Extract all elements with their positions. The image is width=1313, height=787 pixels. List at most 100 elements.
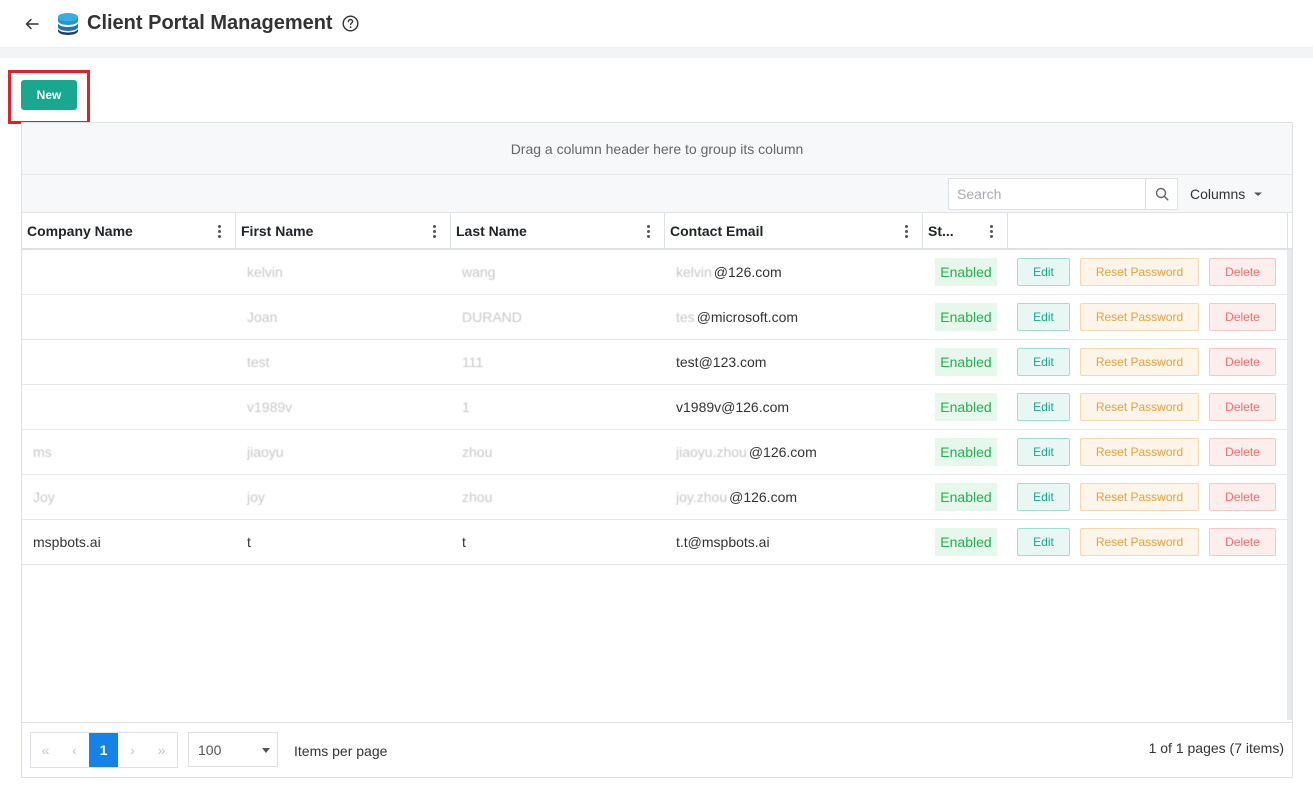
cell-contact-email: tes @microsoft.com bbox=[665, 309, 923, 325]
reset-password-button[interactable]: Reset Password bbox=[1080, 483, 1199, 511]
cell-actions: Edit Reset Password Delete bbox=[1008, 258, 1276, 286]
caret-down-icon bbox=[262, 748, 270, 753]
prev-page-icon[interactable]: ‹ bbox=[60, 733, 89, 767]
col-header-status[interactable]: St... bbox=[923, 213, 1008, 248]
cell-company: Joy bbox=[33, 489, 55, 505]
edit-button[interactable]: Edit bbox=[1017, 483, 1070, 511]
delete-button[interactable]: Delete bbox=[1209, 303, 1276, 331]
group-panel: Drag a column header here to group its c… bbox=[22, 123, 1292, 175]
columns-label: Columns bbox=[1190, 186, 1246, 202]
last-page-icon[interactable]: » bbox=[147, 733, 176, 767]
edit-button[interactable]: Edit bbox=[1017, 393, 1070, 421]
page-1-button[interactable]: 1 bbox=[89, 733, 118, 767]
cell-contact-email: joy.zhou @126.com bbox=[665, 489, 923, 505]
cell-status: Enabled bbox=[923, 348, 1008, 376]
search-box bbox=[948, 178, 1178, 210]
status-badge: Enabled bbox=[935, 303, 997, 331]
cell-contact-email: jiaoyu.zhou @126.com bbox=[665, 444, 923, 460]
delete-button[interactable]: Delete bbox=[1209, 258, 1276, 286]
edit-button[interactable]: Edit bbox=[1017, 348, 1070, 376]
reset-password-button[interactable]: Reset Password bbox=[1080, 348, 1199, 376]
cell-company: mspbots.ai bbox=[33, 534, 101, 550]
status-badge: Enabled bbox=[935, 483, 997, 511]
table-row[interactable]: test 111 test@123.com Enabled Edit Reset Pass… bbox=[22, 340, 1292, 385]
delete-button[interactable]: Delete bbox=[1209, 528, 1276, 556]
email-visible-part: v1989v@126.com bbox=[676, 399, 790, 415]
cell-actions: Edit Reset Password Delete bbox=[1008, 393, 1276, 421]
cell-first-name: t bbox=[247, 534, 251, 550]
cell-last-name: zhou bbox=[462, 444, 493, 460]
edit-button[interactable]: Edit bbox=[1017, 303, 1070, 331]
table-row[interactable]: ms jiaoyu zhou jiaoyu.zhou @126.com Enabled Ed… bbox=[22, 430, 1292, 475]
search-icon[interactable] bbox=[1145, 179, 1177, 209]
table-header: Company Name First Name Last Name Contac… bbox=[22, 213, 1292, 250]
delete-button[interactable]: Delete bbox=[1209, 438, 1276, 466]
delete-button[interactable]: Delete bbox=[1209, 483, 1276, 511]
cell-status: Enabled bbox=[923, 438, 1008, 466]
delete-button[interactable]: Delete bbox=[1209, 348, 1276, 376]
client-grid: Drag a column header here to group its c… bbox=[21, 122, 1293, 778]
cell-contact-email: kelvin @126.com bbox=[665, 264, 923, 280]
email-visible-part: @126.com bbox=[713, 264, 782, 280]
delete-button[interactable]: Delete bbox=[1209, 393, 1276, 421]
email-visible-part: t.t@mspbots.ai bbox=[676, 534, 770, 550]
cell-actions: Edit Reset Password Delete bbox=[1008, 438, 1276, 466]
status-badge: Enabled bbox=[935, 528, 997, 556]
columns-chooser-button[interactable]: Columns bbox=[1190, 175, 1263, 213]
cell-status: Enabled bbox=[923, 483, 1008, 511]
page-title: Client Portal Management bbox=[87, 12, 333, 34]
cell-last-name: 1 bbox=[462, 399, 470, 415]
column-menu-icon[interactable] bbox=[642, 223, 654, 239]
col-header-company[interactable]: Company Name bbox=[22, 213, 236, 248]
cell-status: Enabled bbox=[923, 258, 1008, 286]
status-badge: Enabled bbox=[935, 393, 997, 421]
column-menu-icon[interactable] bbox=[985, 223, 997, 239]
content-area: New Drag a column header here to group i… bbox=[0, 58, 1313, 787]
col-header-first-name[interactable]: First Name bbox=[236, 213, 451, 248]
cell-actions: Edit Reset Password Delete bbox=[1008, 528, 1276, 556]
page-size-select[interactable]: 100 bbox=[188, 732, 278, 767]
cell-first-name: test bbox=[247, 354, 270, 370]
caret-down-icon bbox=[1254, 192, 1263, 196]
next-page-icon[interactable]: › bbox=[118, 733, 147, 767]
edit-button[interactable]: Edit bbox=[1017, 258, 1070, 286]
first-page-icon[interactable]: « bbox=[31, 733, 60, 767]
edit-button[interactable]: Edit bbox=[1017, 528, 1070, 556]
col-header-contact-email[interactable]: Contact Email bbox=[665, 213, 923, 248]
back-arrow-icon[interactable] bbox=[21, 13, 43, 35]
page-info: 1 of 1 pages (7 items) bbox=[1148, 740, 1284, 756]
page-size-value: 100 bbox=[198, 741, 222, 758]
search-input[interactable] bbox=[949, 179, 1145, 209]
col-header-actions bbox=[1008, 213, 1288, 248]
database-icon bbox=[57, 12, 79, 36]
edit-button[interactable]: Edit bbox=[1017, 438, 1070, 466]
table-body: kelvin wang kelvin @126.com Enabled Edit Reset… bbox=[22, 250, 1292, 720]
reset-password-button[interactable]: Reset Password bbox=[1080, 528, 1199, 556]
column-menu-icon[interactable] bbox=[428, 223, 440, 239]
cell-last-name: zhou bbox=[462, 489, 493, 505]
email-hidden-part: joy.zhou bbox=[676, 489, 728, 505]
column-menu-icon[interactable] bbox=[213, 223, 225, 239]
help-question-icon[interactable] bbox=[342, 15, 359, 32]
col-header-last-name[interactable]: Last Name bbox=[451, 213, 665, 248]
table-row[interactable]: Joan DURAND tes @microsoft.com Enabled Edit Re… bbox=[22, 295, 1292, 340]
reset-password-button[interactable]: Reset Password bbox=[1080, 393, 1199, 421]
grid-toolbar: Columns bbox=[22, 175, 1292, 213]
cell-last-name: DURAND bbox=[462, 309, 522, 325]
cell-status: Enabled bbox=[923, 393, 1008, 421]
table-row[interactable]: mspbots.ai t t t.t@mspbots.ai Enabled Edit Res… bbox=[22, 520, 1292, 565]
email-hidden-part: tes bbox=[676, 309, 695, 325]
scrollbar[interactable] bbox=[1287, 250, 1292, 720]
cell-first-name: kelvin bbox=[247, 264, 283, 280]
reset-password-button[interactable]: Reset Password bbox=[1080, 438, 1199, 466]
column-menu-icon[interactable] bbox=[900, 223, 912, 239]
reset-password-button[interactable]: Reset Password bbox=[1080, 258, 1199, 286]
table-row[interactable]: v1989v 1 v1989v@126.com Enabled Edit Reset Pa… bbox=[22, 385, 1292, 430]
table-row[interactable]: Joy joy zhou joy.zhou @126.com Enabled Edit Res… bbox=[22, 475, 1292, 520]
email-visible-part: test@123.com bbox=[676, 354, 767, 370]
cell-status: Enabled bbox=[923, 303, 1008, 331]
reset-password-button[interactable]: Reset Password bbox=[1080, 303, 1199, 331]
new-button[interactable]: New bbox=[21, 80, 77, 110]
status-badge: Enabled bbox=[935, 348, 997, 376]
table-row[interactable]: kelvin wang kelvin @126.com Enabled Edit Reset… bbox=[22, 250, 1292, 295]
